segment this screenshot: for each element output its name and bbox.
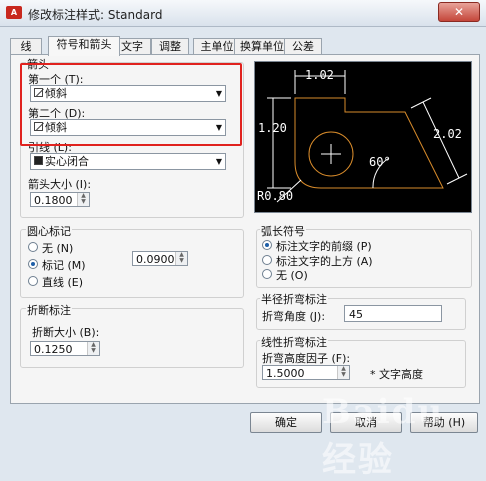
window-title: 修改标注样式: Standard	[28, 8, 163, 22]
center-none-label: 无 (N)	[42, 242, 74, 255]
center-line-radio[interactable]	[28, 276, 38, 286]
dim-top-label: 1.02	[305, 68, 334, 82]
arc-none-label: 无 (O)	[276, 269, 308, 282]
leader-arrow-select[interactable]: 实心闭合 ▼	[30, 153, 226, 170]
dim-right-label: 2.02	[433, 127, 462, 141]
center-mark-size-input[interactable]: 0.0900 ▲ ▼	[132, 251, 188, 266]
autocad-app-icon: A	[6, 6, 22, 19]
part-outline	[294, 97, 444, 189]
center-marks-group-label: 圆心标记	[26, 223, 72, 239]
chevron-down-icon: ▼	[215, 157, 222, 166]
closed-filled-arrow-icon	[34, 156, 43, 165]
first-arrow-value: 倾斜	[45, 87, 67, 100]
jog-factor-label: 折弯高度因子 (F):	[262, 352, 351, 365]
oblique-arrow-icon	[34, 88, 43, 97]
radius-jog-group-label: 半径折弯标注	[260, 291, 328, 307]
chevron-down-icon: ▼	[215, 89, 222, 98]
leader-arrow-value: 实心闭合	[45, 155, 89, 168]
ok-button[interactable]: 确定	[250, 412, 322, 433]
tab-symbols-arrows[interactable]: 符号和箭头	[48, 36, 120, 56]
baidu-watermark: Baidu 经验	[322, 392, 445, 480]
second-arrow-value: 倾斜	[45, 121, 67, 134]
dim-left-label: 1.20	[258, 121, 287, 135]
tab-lines[interactable]: 线	[10, 38, 42, 55]
spinner-icon[interactable]: ▲ ▼	[87, 342, 99, 355]
arc-prefix-radio[interactable]	[262, 240, 272, 250]
dim-angle-label: 60°	[369, 155, 391, 169]
spinner-icon[interactable]: ▲ ▼	[175, 252, 187, 265]
arrowheads-group-label: 箭头	[26, 56, 50, 72]
center-none-radio[interactable]	[28, 242, 38, 252]
center-mark-size-value: 0.0900	[136, 253, 175, 266]
jog-factor-value: 1.5000	[266, 367, 305, 380]
dim-radius-label: R0.80	[257, 189, 293, 203]
arc-none-radio[interactable]	[262, 269, 272, 279]
break-size-label: 折断大小 (B):	[32, 326, 100, 339]
center-line-label: 直线 (E)	[42, 276, 84, 289]
tab-tolerances[interactable]: 公差	[284, 38, 322, 55]
close-button[interactable]: ✕	[438, 2, 480, 22]
tab-alternate-units[interactable]: 换算单位	[234, 38, 290, 55]
arrow-size-input[interactable]: 0.1800 ▲ ▼	[30, 192, 90, 207]
tab-fit[interactable]: 调整	[151, 38, 189, 55]
dimension-preview: 1.02 1.20 2.02 60° R0.80	[254, 61, 472, 213]
text-height-suffix: * 文字高度	[370, 368, 423, 381]
arc-prefix-label: 标注文字的前缀 (P)	[276, 240, 372, 253]
spinner-icon[interactable]: ▲ ▼	[77, 193, 89, 206]
linear-jog-group-label: 线性折弯标注	[260, 334, 328, 350]
center-mark-label: 标记 (M)	[42, 259, 86, 272]
dim-break-group-label: 折断标注	[26, 302, 72, 318]
arc-length-group-label: 弧长符号	[260, 223, 306, 239]
break-size-value: 0.1250	[34, 343, 73, 356]
title-bar[interactable]: A 修改标注样式: Standard ✕	[0, 0, 486, 27]
center-mark-radio[interactable]	[28, 259, 38, 269]
chevron-down-icon: ▼	[215, 123, 222, 132]
arc-above-radio[interactable]	[262, 255, 272, 265]
jog-angle-input[interactable]: 45	[344, 305, 442, 322]
spinner-icon[interactable]: ▲ ▼	[337, 366, 349, 379]
second-arrow-select[interactable]: 倾斜 ▼	[30, 119, 226, 136]
jog-factor-input[interactable]: 1.5000 ▲ ▼	[262, 365, 350, 380]
first-arrow-select[interactable]: 倾斜 ▼	[30, 85, 226, 102]
jog-angle-label: 折弯角度 (J):	[262, 310, 326, 323]
preview-drawing: 1.02 1.20 2.02 60° R0.80	[257, 68, 468, 203]
break-size-input[interactable]: 0.1250 ▲ ▼	[30, 341, 100, 356]
arrow-size-label: 箭头大小 (I):	[28, 178, 92, 191]
arrow-size-value: 0.1800	[34, 194, 73, 207]
oblique-arrow-icon	[34, 122, 43, 131]
